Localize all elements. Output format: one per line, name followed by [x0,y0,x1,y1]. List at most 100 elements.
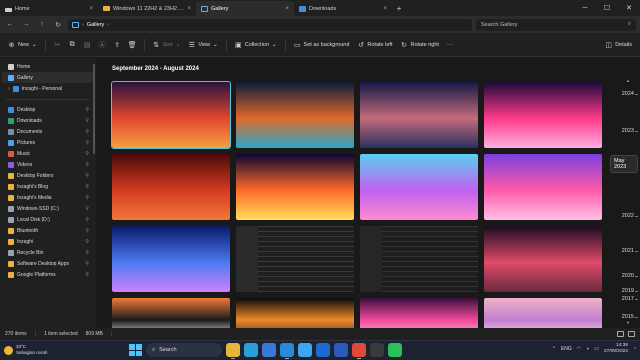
file-explorer-icon[interactable] [226,343,240,359]
tiles-view-icon[interactable] [628,331,635,337]
forward-button[interactable]: → [20,19,32,31]
sidebar-item-onedrive[interactable]: › Inzaghi - Personal [2,83,93,94]
pin-icon[interactable]: ⚲ [85,184,89,190]
thumbnail-code-screenshot-2[interactable] [360,226,478,292]
thumbnail-mountain-dusk[interactable] [360,82,478,148]
sidebar-item[interactable]: Inzaghi's Blog ⚲ [2,181,93,192]
pin-icon[interactable]: ⚲ [85,195,89,201]
sidebar-item-home[interactable]: Home [2,61,93,72]
close-tab-icon[interactable]: × [187,6,191,12]
sidebar-item[interactable]: Music ⚲ [2,148,93,159]
taskbar-search[interactable]: ⌕ Search [146,343,222,357]
details-button[interactable]: ◫ Details [605,41,632,49]
start-button[interactable] [128,343,142,357]
collection-button[interactable]: ▣ Collection ⌄ [235,41,277,49]
thumbnail-code-screenshot-1[interactable] [236,226,354,292]
thumbnail-purple-wave[interactable] [484,154,602,220]
volume-icon[interactable]: ◖ [586,346,589,352]
pin-icon[interactable]: ⚲ [85,239,89,245]
thumbnail-retro-sun-palms[interactable] [484,82,602,148]
sidebar-item[interactable]: Desktop ⚲ [2,104,93,115]
pin-icon[interactable]: ⚲ [85,162,89,168]
view-button[interactable]: ☰ View ⌄ [188,41,218,49]
cut-icon[interactable]: ✂ [54,41,61,49]
pin-icon[interactable]: ⚲ [85,129,89,135]
thumbnail-blue-wave[interactable] [112,226,230,292]
tab-windows-11-features[interactable]: Windows 11 22H2 & 23H2 Feat × [98,1,196,16]
thumbnail-neon-triangle[interactable] [236,154,354,220]
notifications-icon[interactable]: ◔ [633,346,636,352]
scroll-down-icon[interactable]: ▼ [626,320,630,325]
thumbnail-pastel-wave[interactable] [360,154,478,220]
pin-icon[interactable]: ⚲ [85,107,89,113]
chevron-up-icon[interactable]: ⌃ [552,346,556,352]
thumbnail-neon-tunnel[interactable] [484,226,602,292]
timeline-year[interactable]: 2021 [622,248,634,254]
breadcrumb[interactable]: › Gallery › [68,18,472,31]
close-tab-icon[interactable]: × [383,6,387,12]
whatsapp-icon[interactable] [388,343,402,357]
rotate-right-button[interactable]: ↻ Rotate right [400,41,439,49]
sidebar-item[interactable]: Google Platforms ⚲ [2,269,93,280]
refresh-button[interactable]: ↻ [52,19,64,31]
pin-icon[interactable]: ⚲ [85,151,89,157]
pin-icon[interactable]: ⚲ [85,217,89,223]
store-icon[interactable] [262,343,276,357]
pin-icon[interactable]: ⚲ [85,272,89,278]
copy-icon[interactable]: ⧉ [69,41,76,48]
timeline-year[interactable]: 2019 [622,288,634,294]
pin-icon[interactable]: ⚲ [85,206,89,212]
sidebar-item[interactable]: Windows-SSD (C:) ⚲ [2,203,93,214]
pin-icon[interactable]: ⚲ [85,118,89,124]
tab-gallery[interactable]: Gallery × [196,1,294,16]
chevron-right-icon[interactable]: › [8,86,10,92]
sidebar-item[interactable]: Bluetooth ⚲ [2,225,93,236]
close-tab-icon[interactable]: × [89,6,93,12]
close-window-button[interactable]: ✕ [618,0,640,16]
thumbnail-red-sunset-sea[interactable] [112,154,230,220]
timeline-year[interactable]: 2024 [622,91,634,97]
timeline-year[interactable]: 2017 [622,296,634,302]
vscode-icon[interactable] [280,343,294,359]
more-options-button[interactable]: ··· [447,42,453,48]
up-button[interactable]: ↑ [36,19,48,31]
minimize-button[interactable]: ─ [574,0,596,16]
pin-icon[interactable]: ⚲ [85,228,89,234]
share-icon[interactable]: ⇪ [114,41,121,49]
sidebar-item[interactable]: Local Disk (D:) ⚲ [2,214,93,225]
timeline-scrubber[interactable]: ▲ 2024 2023 2022 2021 2020 2019 2017 2015 May 2… [610,58,640,328]
new-tab-button[interactable]: + [392,0,406,16]
sidebar-item[interactable]: Inzaghi ⚲ [2,236,93,247]
sidebar-item[interactable]: Videos ⚲ [2,159,93,170]
rename-icon[interactable]: Ⓐ [99,41,106,49]
sort-button[interactable]: ⇅ Sort ⌄ [153,41,180,49]
thumbnail-forest-night-lake[interactable] [236,82,354,148]
timeline-year[interactable]: 2020 [622,273,634,279]
timeline-year[interactable]: 2022 [622,213,634,219]
thumbnail-sunset-palms[interactable] [111,81,231,149]
terminal-icon[interactable] [370,343,384,357]
new-button[interactable]: ⊕ New ⌄ [8,41,37,49]
timeline-year[interactable]: 2023 [622,128,634,134]
clock[interactable]: 14:38 27/09/2024 [604,343,628,355]
weather-widget[interactable]: 33°C Sebagian cerah [4,344,48,356]
battery-icon[interactable]: ▭ [594,346,599,352]
delete-icon[interactable]: 🗑 [128,41,137,49]
back-button[interactable]: ← [4,19,16,31]
pin-icon[interactable]: ⚲ [85,140,89,146]
chrome-icon[interactable] [352,343,366,359]
close-tab-icon[interactable]: × [285,6,289,12]
edge-icon[interactable] [244,343,258,357]
photos-icon[interactable] [298,343,312,357]
pin-icon[interactable]: ⚲ [85,250,89,256]
maximize-button[interactable]: ☐ [596,0,618,16]
word-icon[interactable] [334,343,348,357]
rotate-left-button[interactable]: ↺ Rotate left [357,41,393,49]
sidebar-item[interactable]: Inzaghi's Media ⚲ [2,192,93,203]
sidebar-item[interactable]: Pictures ⚲ [2,137,93,148]
set-as-background-button[interactable]: ▭ Set as background [294,41,350,49]
sidebar-item[interactable]: Recycle Bin ⚲ [2,247,93,258]
tab-downloads[interactable]: Downloads × [294,1,392,16]
sidebar-item[interactable]: Desktop Folders ⚲ [2,170,93,181]
sidebar-item[interactable]: Documents ⚲ [2,126,93,137]
